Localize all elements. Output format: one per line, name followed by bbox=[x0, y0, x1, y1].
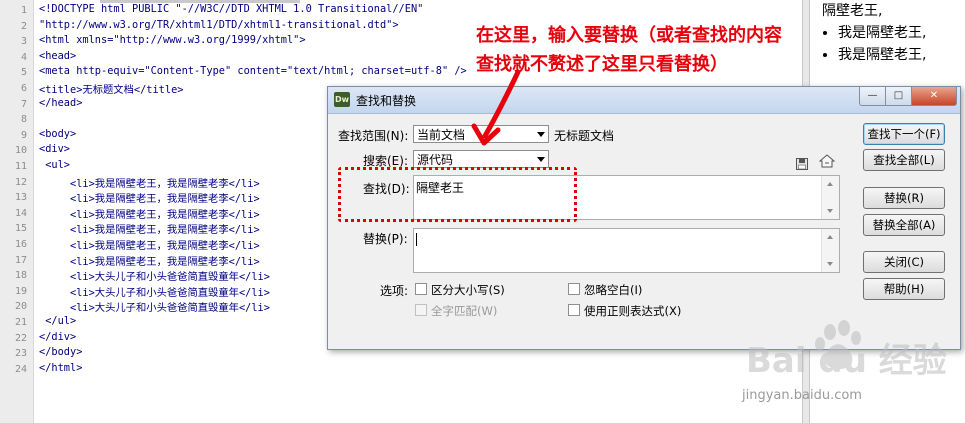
line-number-gutter: 1 2 3 4 5 6 7 8 9 10 11 12 13 14 15 16 17 18 19 20 21 22 23 24 bbox=[0, 0, 34, 423]
scroll-up-icon[interactable] bbox=[827, 182, 833, 186]
scope-label: 查找范围(N): bbox=[338, 129, 409, 143]
find-scrollbar[interactable] bbox=[821, 176, 839, 219]
dialog-titlebar[interactable]: Dw 查找和替换 — □ ✕ bbox=[328, 87, 960, 114]
replace-textarea[interactable] bbox=[413, 228, 840, 273]
line-number: 11 bbox=[14, 161, 27, 172]
line-number: 5 bbox=[20, 67, 27, 79]
load-query-icon[interactable] bbox=[818, 153, 836, 169]
replace-all-button[interactable]: 替换全部(A) bbox=[863, 214, 945, 236]
line-number: 8 bbox=[20, 114, 27, 126]
line-number: 2 bbox=[20, 20, 27, 32]
whole-word-checkbox bbox=[415, 304, 427, 316]
chevron-down-icon bbox=[537, 157, 545, 162]
find-all-button[interactable]: 查找全部(L) bbox=[863, 149, 945, 171]
code-line[interactable]: </body> bbox=[39, 346, 82, 362]
close-window-button[interactable]: ✕ bbox=[911, 87, 957, 106]
preview-list: 我是隔壁老王,我是隔壁老王, bbox=[810, 22, 926, 66]
options-label: 选项: bbox=[380, 284, 409, 298]
code-line[interactable]: <li>我是隔壁老王，我是隔壁老李</li> bbox=[39, 190, 260, 206]
annotation-line-1: 在这里，输入要替换（或者查找的内容 bbox=[476, 25, 782, 46]
code-line[interactable]: <li>大头儿子和小头爸爸简直毁童年</li> bbox=[39, 268, 270, 284]
preview-list-item: 我是隔壁老王, bbox=[838, 22, 926, 44]
watermark-url: jingyan.baidu.com bbox=[742, 388, 862, 403]
help-button[interactable]: 帮助(H) bbox=[863, 278, 945, 300]
line-number: 19 bbox=[14, 285, 27, 297]
line-number: 23 bbox=[14, 348, 27, 360]
line-number: 9 bbox=[20, 129, 27, 141]
dreamweaver-icon: Dw bbox=[334, 92, 350, 107]
line-number: 18 bbox=[14, 270, 27, 282]
line-number: 13 bbox=[14, 192, 27, 204]
code-line[interactable]: </html> bbox=[39, 362, 82, 378]
code-line[interactable]: <div> bbox=[39, 143, 70, 159]
line-number: 3 bbox=[20, 36, 27, 48]
close-button[interactable]: 关闭(C) bbox=[863, 251, 945, 273]
line-number: 6 bbox=[20, 83, 27, 94]
code-line[interactable]: <!DOCTYPE html PUBLIC "-//W3C//DTD XHTML… bbox=[39, 3, 423, 19]
line-number: 15 bbox=[14, 223, 27, 235]
replace-button[interactable]: 替换(R) bbox=[863, 187, 945, 209]
regex-label[interactable]: 使用正则表达式(X) bbox=[584, 303, 681, 319]
code-line[interactable]: <ul> bbox=[39, 159, 70, 175]
code-line[interactable]: <li>我是隔壁老王，我是隔壁老李</li> bbox=[39, 206, 260, 222]
match-case-checkbox[interactable] bbox=[415, 283, 427, 295]
search-select[interactable]: 源代码 bbox=[413, 150, 549, 168]
code-line[interactable]: <li>我是隔壁老王，我是隔壁老李</li> bbox=[39, 237, 260, 253]
scope-document-name: 无标题文档 bbox=[554, 129, 615, 143]
line-number: 1 bbox=[20, 5, 27, 16]
code-line[interactable]: <title>无标题文档</title> bbox=[39, 81, 183, 97]
find-next-button[interactable]: 查找下一个(F) bbox=[863, 123, 945, 145]
code-line[interactable]: <body> bbox=[39, 128, 76, 144]
code-line[interactable]: <li>我是隔壁老王，我是隔壁老李</li> bbox=[39, 253, 260, 269]
line-number: 20 bbox=[14, 301, 27, 313]
code-line[interactable]: <li>大头儿子和小头爸爸简直毁童年</li> bbox=[39, 299, 270, 315]
line-number: 12 bbox=[14, 176, 27, 188]
line-number: 16 bbox=[14, 239, 27, 250]
annotation-arrow-icon bbox=[471, 69, 521, 146]
code-line[interactable]: <li>我是隔壁老王，我是隔壁老李</li> bbox=[39, 221, 260, 237]
ignore-whitespace-checkbox[interactable] bbox=[568, 283, 580, 295]
scroll-down-icon[interactable] bbox=[827, 262, 833, 266]
line-number: 10 bbox=[14, 145, 27, 157]
line-number: 14 bbox=[14, 207, 27, 219]
chevron-down-icon bbox=[537, 132, 545, 137]
code-line[interactable]: <li>大头儿子和小头爸爸简直毁童年</li> bbox=[39, 284, 270, 300]
line-number: 21 bbox=[14, 317, 27, 328]
scroll-down-icon[interactable] bbox=[827, 209, 833, 213]
line-number: 24 bbox=[14, 363, 27, 375]
code-line[interactable]: <head> bbox=[39, 50, 76, 66]
text-cursor bbox=[416, 233, 417, 246]
line-number: 7 bbox=[20, 98, 27, 110]
whole-word-label: 全字匹配(W) bbox=[431, 304, 498, 318]
code-line[interactable]: </head> bbox=[39, 97, 82, 113]
maximize-button[interactable]: □ bbox=[885, 87, 912, 106]
code-line[interactable]: </ul> bbox=[39, 315, 76, 331]
line-number: 22 bbox=[14, 332, 27, 344]
code-line[interactable]: </div> bbox=[39, 331, 76, 347]
preview-list-item: 我是隔壁老王, bbox=[838, 44, 926, 66]
scroll-up-icon[interactable] bbox=[827, 235, 833, 239]
code-line[interactable]: "http://www.w3.org/TR/xhtml1/DTD/xhtml1-… bbox=[39, 19, 399, 35]
code-line[interactable]: <html xmlns="http://www.w3.org/1999/xhtm… bbox=[39, 34, 306, 50]
preview-text: 隔壁老王, bbox=[822, 3, 883, 19]
minimize-button[interactable]: — bbox=[859, 87, 886, 106]
watermark-brand: Bai du 经验 bbox=[746, 341, 947, 381]
annotation-highlight-box bbox=[338, 167, 577, 222]
match-case-label[interactable]: 区分大小写(S) bbox=[431, 282, 505, 298]
scope-value: 当前文档 bbox=[417, 128, 466, 142]
replace-label: 替换(P): bbox=[363, 232, 408, 246]
code-line[interactable]: <li>我是隔壁老王，我是隔壁老李</li> bbox=[39, 175, 260, 191]
code-line[interactable]: <meta http-equiv="Content-Type" content=… bbox=[39, 65, 467, 81]
ignore-whitespace-label[interactable]: 忽略空白(I) bbox=[584, 282, 642, 298]
search-value: 源代码 bbox=[417, 153, 454, 167]
replace-scrollbar[interactable] bbox=[821, 229, 839, 272]
save-query-icon[interactable] bbox=[796, 155, 808, 170]
regex-checkbox[interactable] bbox=[568, 304, 580, 316]
line-number: 17 bbox=[14, 254, 27, 266]
line-number: 4 bbox=[20, 51, 27, 63]
dialog-title: 查找和替换 bbox=[356, 94, 417, 108]
